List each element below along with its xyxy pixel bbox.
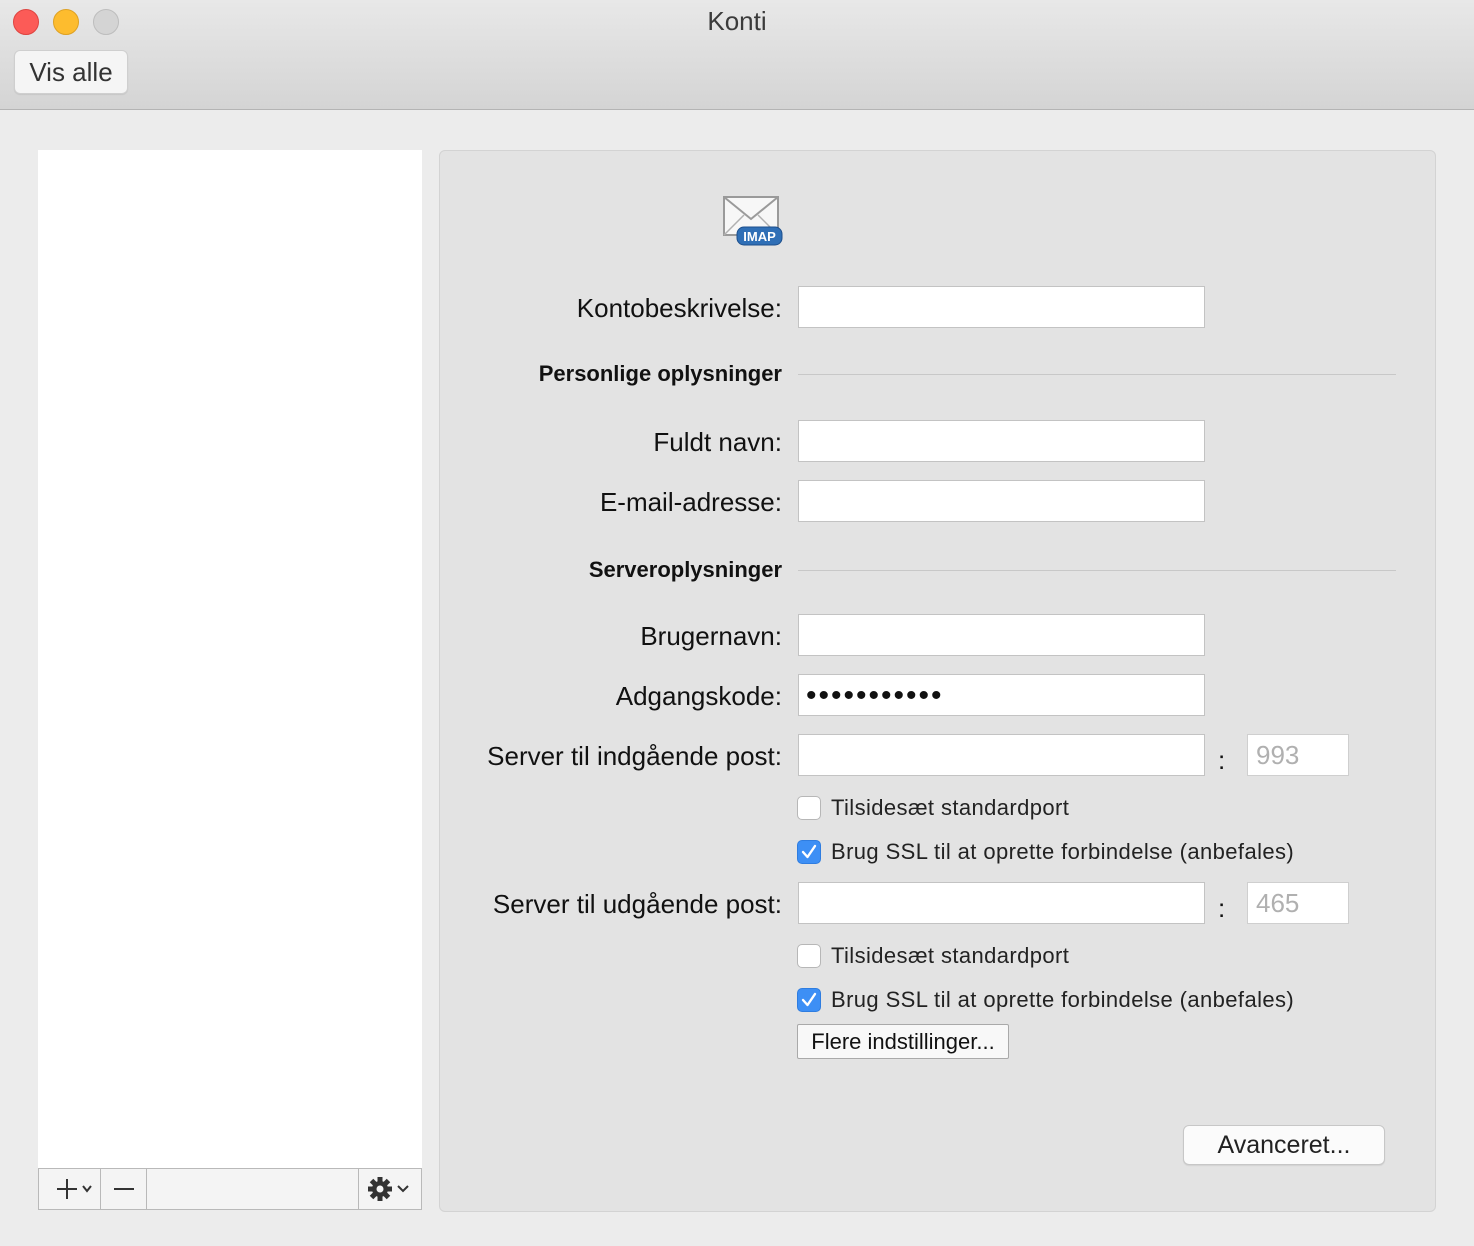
account-list[interactable]: [38, 150, 422, 1168]
imap-mail-icon: IMAP: [723, 196, 783, 246]
incoming-override-port-label: Tilsidesæt standardport: [831, 795, 1070, 820]
server-info-divider: [798, 570, 1396, 571]
window-titlebar: Konti Vis alle: [0, 0, 1474, 110]
description-label: Kontobeskrivelse:: [576, 293, 782, 323]
full-name-input[interactable]: [798, 420, 1205, 462]
incoming-override-port-checkbox[interactable]: [797, 796, 821, 820]
list-toolbar-spacer: [147, 1169, 359, 1209]
gear-icon: [368, 1177, 409, 1201]
window-title: Konti: [707, 6, 767, 36]
description-input[interactable]: [798, 286, 1205, 328]
incoming-override-port-row[interactable]: Tilsidesæt standardport: [797, 795, 1069, 821]
more-settings-button[interactable]: Flere indstillinger...: [797, 1024, 1009, 1059]
show-all-button[interactable]: Vis alle: [14, 50, 128, 94]
plus-icon: [56, 1179, 92, 1199]
incoming-server-input[interactable]: [798, 734, 1205, 776]
outgoing-ssl-label: Brug SSL til at oprette forbindelse (anb…: [831, 987, 1295, 1012]
outgoing-ssl-checkbox[interactable]: [797, 988, 821, 1012]
account-actions-button[interactable]: [359, 1169, 421, 1209]
server-info-heading: Serveroplysninger: [588, 557, 782, 582]
outgoing-ssl-row[interactable]: Brug SSL til at oprette forbindelse (anb…: [797, 987, 1294, 1013]
outgoing-port-field[interactable]: 465: [1247, 882, 1349, 924]
incoming-ssl-label: Brug SSL til at oprette forbindelse (anb…: [831, 839, 1295, 864]
personal-info-heading: Personlige oplysninger: [538, 361, 782, 386]
minus-icon: [113, 1188, 134, 1190]
incoming-port-field[interactable]: 993: [1247, 734, 1349, 776]
account-list-toolbar: [38, 1168, 422, 1210]
full-name-label: Fuldt navn:: [653, 427, 782, 457]
advanced-button[interactable]: Avanceret...: [1183, 1125, 1385, 1165]
outgoing-server-input[interactable]: [798, 882, 1205, 924]
password-mask: •••••••••••: [806, 679, 944, 712]
outgoing-override-port-checkbox[interactable]: [797, 944, 821, 968]
imap-badge-text: IMAP: [743, 229, 776, 244]
checkmark-icon: [801, 844, 817, 859]
add-account-button[interactable]: [39, 1169, 101, 1209]
username-label: Brugernavn:: [640, 621, 782, 651]
incoming-port-colon: :: [1218, 745, 1226, 775]
outgoing-server-label: Server til udgående post:: [492, 889, 782, 919]
password-label: Adgangskode:: [615, 681, 782, 711]
incoming-ssl-checkbox[interactable]: [797, 840, 821, 864]
email-input[interactable]: [798, 480, 1205, 522]
outgoing-port-colon: :: [1218, 893, 1226, 923]
incoming-ssl-row[interactable]: Brug SSL til at oprette forbindelse (anb…: [797, 839, 1294, 865]
personal-info-divider: [798, 374, 1396, 375]
checkmark-icon: [801, 992, 817, 1007]
email-label: E-mail-adresse:: [599, 487, 782, 517]
incoming-server-label: Server til indgående post:: [487, 741, 782, 771]
username-input[interactable]: [798, 614, 1205, 656]
outgoing-override-port-label: Tilsidesæt standardport: [831, 943, 1070, 968]
remove-account-button[interactable]: [101, 1169, 147, 1209]
outgoing-override-port-row[interactable]: Tilsidesæt standardport: [797, 943, 1069, 969]
